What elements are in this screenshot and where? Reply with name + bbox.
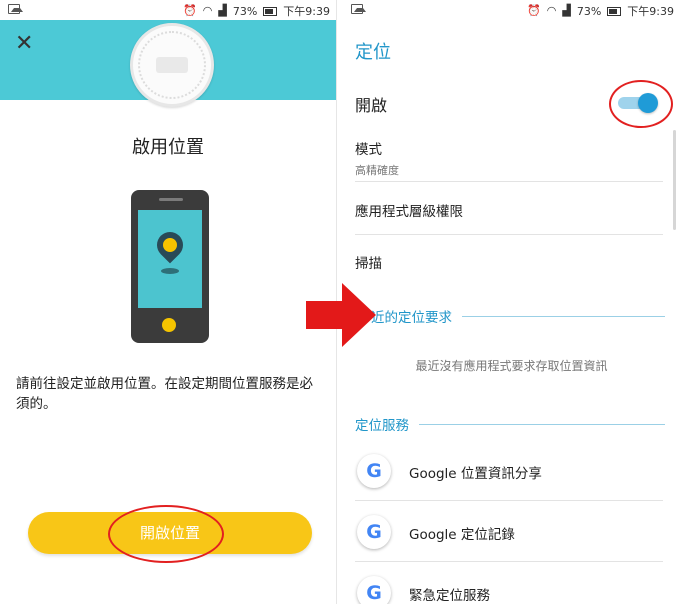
section-divider [419, 423, 665, 425]
close-icon[interactable]: ✕ [15, 33, 33, 55]
left-screen: ⏰ ◠ ▟ 73% 下午9:39 ✕ 啟用位置 請前往設定並啟用位置。在設定期間… [0, 0, 337, 604]
mode-value: 高精確度 [355, 164, 399, 177]
phone-speaker [159, 198, 183, 201]
wifi-icon: ◠ [546, 4, 557, 17]
service-item[interactable]: G Google 定位記錄 [355, 502, 663, 562]
status-icons: ⏰ ◠ ▟ 73% 下午9:39 [183, 3, 330, 19]
no-recent-requests-text: 最近沒有應用程式要求存取位置資訊 [415, 359, 608, 373]
google-icon: G [357, 454, 391, 488]
battery-icon [263, 6, 278, 16]
scan-label: 掃描 [355, 256, 382, 272]
app-permissions-label: 應用程式層級權限 [355, 204, 463, 220]
location-switch-label: 開啟 [355, 96, 388, 115]
status-bar: ⏰ ◠ ▟ 73% 下午9:39 [343, 0, 680, 20]
phone-home-button [162, 318, 176, 332]
battery-percent: 73% [576, 4, 602, 18]
app-permissions-row[interactable]: 應用程式層級權限 [355, 200, 663, 235]
recent-requests-label: 近的定位要求 [371, 310, 452, 326]
right-screen: ⏰ ◠ ▟ 73% 下午9:39 定位 開啟 模式 高精確度 應用程式層級權限 … [343, 0, 680, 604]
status-time: 下午9:39 [627, 5, 674, 18]
wifi-icon: ◠ [202, 4, 213, 17]
service-item[interactable]: G Google 位置資訊分享 [355, 441, 663, 501]
location-pin-icon [151, 226, 189, 264]
enable-location-button[interactable]: 開啟位置 [28, 512, 312, 554]
mode-row[interactable]: 模式 高精確度 [355, 138, 663, 182]
image-icon [8, 4, 23, 14]
phone-illustration [131, 190, 209, 343]
signal-icon: ▟ [562, 4, 571, 17]
location-services-label: 定位服務 [355, 418, 409, 434]
router-device-image [130, 23, 214, 107]
service-label: Google 位置資訊分享 [409, 466, 542, 482]
image-icon [351, 4, 366, 14]
mode-label: 模式 [355, 142, 382, 158]
recent-requests-header: 近的定位要求 [371, 306, 665, 326]
scan-row[interactable]: 掃描 [355, 252, 663, 282]
status-time: 下午9:39 [283, 5, 330, 18]
google-icon: G [357, 515, 391, 549]
phone-screen [138, 210, 202, 308]
status-bar: ⏰ ◠ ▟ 73% 下午9:39 [0, 0, 336, 20]
page-title: 啟用位置 [132, 137, 204, 158]
alarm-icon: ⏰ [183, 4, 197, 17]
toggle-thumb [638, 93, 658, 113]
service-item[interactable]: G 緊急定位服務 [355, 563, 663, 604]
settings-title: 定位 [355, 42, 391, 63]
location-services-header: 定位服務 [355, 414, 665, 434]
alarm-icon: ⏰ [527, 4, 541, 17]
pin-shadow [161, 268, 179, 274]
scrollbar[interactable] [673, 130, 676, 230]
battery-percent: 73% [232, 4, 258, 18]
description-text: 請前往設定並啟用位置。在設定期間位置服務是必須的。 [16, 376, 313, 412]
section-divider [462, 315, 665, 317]
battery-icon [607, 6, 622, 16]
signal-icon: ▟ [218, 4, 227, 17]
status-icons: ⏰ ◠ ▟ 73% 下午9:39 [527, 3, 674, 19]
google-icon: G [357, 576, 391, 604]
service-label: Google 定位記錄 [409, 527, 515, 543]
service-label: 緊急定位服務 [409, 588, 490, 604]
location-toggle[interactable] [618, 93, 662, 113]
